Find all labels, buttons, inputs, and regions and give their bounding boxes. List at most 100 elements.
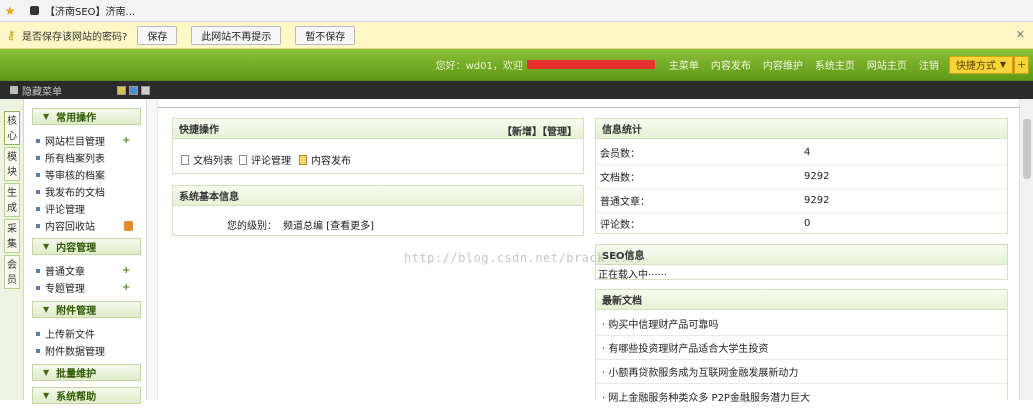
bullet-icon bbox=[36, 285, 40, 290]
menu-item-my-docs[interactable]: 我发布的文档 bbox=[36, 184, 105, 199]
user-level-label: 您的级别： bbox=[227, 221, 277, 232]
menu-splitter[interactable] bbox=[147, 99, 158, 400]
menu-item-all-archives[interactable]: 所有档案列表 bbox=[36, 150, 105, 165]
system-info-header: 系统基本信息 bbox=[173, 186, 583, 206]
bullet-icon bbox=[36, 155, 40, 160]
top-navigation: 您好：wd01，欢迎 主菜单 内容发布 内容维护 系统主页 网站主页 注销 快捷… bbox=[0, 49, 1033, 80]
stat-row: 评论数： 0 bbox=[600, 217, 811, 231]
add-icon[interactable]: + bbox=[122, 282, 130, 293]
recycle-bin-icon[interactable] bbox=[124, 220, 133, 231]
favicon-icon bbox=[30, 6, 39, 15]
browser-tab-bar: ★ 【济南SEO】济南... bbox=[0, 0, 1033, 22]
stats-panel: 信息统计 会员数： 4 文档数： 9292 普通文章： 9292 评论数： 0 bbox=[595, 118, 1008, 234]
list-item[interactable]: · 购买中信理财产品可靠吗 bbox=[596, 312, 1007, 336]
link-comment-manage[interactable]: 评论管理 bbox=[239, 152, 291, 167]
triangle-down-icon: ▼ bbox=[43, 242, 50, 251]
not-now-button[interactable]: 暂不保存 bbox=[295, 25, 356, 45]
redacted-bar bbox=[526, 60, 655, 69]
user-level-value[interactable]: 频道总编 [查看更多] bbox=[283, 217, 374, 232]
link-doc-list[interactable]: 文档列表 bbox=[181, 152, 233, 167]
bullet-icon bbox=[36, 138, 40, 143]
menu-item-pending[interactable]: 等审核的档案 bbox=[36, 167, 105, 182]
nav-site-home[interactable]: 网站主页 bbox=[867, 57, 907, 72]
group-batch[interactable]: ▼ 批量维护 bbox=[32, 364, 141, 381]
star-icon[interactable]: ★ bbox=[0, 4, 20, 18]
nav-content-maintain[interactable]: 内容维护 bbox=[763, 57, 803, 72]
menu-item-topics[interactable]: 专题管理 + bbox=[36, 280, 130, 295]
stat-row: 文档数： 9292 bbox=[596, 165, 1007, 189]
vertical-scrollbar[interactable] bbox=[1019, 99, 1033, 400]
menu-item-recycle[interactable]: 内容回收站 bbox=[36, 218, 133, 233]
triangle-down-icon: ▼ bbox=[43, 368, 50, 377]
nav-main-menu[interactable]: 主菜单 bbox=[669, 57, 699, 72]
tab-core[interactable]: 核 心 bbox=[4, 111, 20, 145]
bullet-icon bbox=[36, 348, 40, 353]
shortcut-dropdown[interactable]: 快捷方式 ▼ bbox=[948, 55, 1013, 74]
group-attachments[interactable]: ▼ 附件管理 bbox=[32, 301, 141, 318]
list-item[interactable]: · 有哪些投资理财产品适合大学生投资 bbox=[596, 336, 1007, 360]
group-content-manage[interactable]: ▼ 内容管理 bbox=[32, 238, 141, 255]
menu-item-upload[interactable]: 上传新文件 bbox=[36, 326, 95, 341]
shortcut-label: 快捷方式 bbox=[955, 61, 996, 72]
stat-row: 普通文章： 9292 bbox=[596, 189, 1007, 213]
close-icon[interactable]: ✕ bbox=[1016, 28, 1025, 41]
bullet-icon bbox=[36, 223, 40, 228]
tab-member[interactable]: 会 员 bbox=[4, 255, 20, 289]
password-save-bar: ⚷ 是否保存该网站的密码? 保存 此网站不再提示 暂不保存 ✕ bbox=[0, 22, 1033, 49]
scrollbar-thumb[interactable] bbox=[1023, 119, 1031, 179]
menu-item-articles[interactable]: 普通文章 + bbox=[36, 263, 130, 278]
watermark: http://blog.csdn.net/brack_l... bbox=[404, 251, 644, 265]
hide-menu-label: 隐藏菜单 bbox=[22, 86, 62, 98]
link-content-publish[interactable]: 内容发布 bbox=[299, 152, 351, 167]
quick-ops-actions[interactable]: 【新增】【管理】 bbox=[502, 123, 577, 138]
menu-item-comments[interactable]: 评论管理 bbox=[36, 201, 85, 216]
triangle-down-icon: ▼ bbox=[43, 112, 50, 121]
user-level: 您的级别： 频道总编 [查看更多] bbox=[227, 217, 374, 232]
edit-icon bbox=[299, 154, 307, 165]
document-icon bbox=[239, 154, 247, 165]
stats-header: 信息统计 bbox=[596, 119, 1007, 139]
welcome-text: 您好：wd01，欢迎 bbox=[435, 61, 523, 72]
skin-blue-icon[interactable] bbox=[129, 85, 138, 95]
module-tabs: 核 心 模 块 生 成 采 集 会 员 bbox=[0, 99, 24, 400]
tab-title: 【济南SEO】济南... bbox=[45, 7, 136, 18]
menu-item-attachment-data[interactable]: 附件数据管理 bbox=[36, 343, 105, 358]
group-help[interactable]: ▼ 系统帮助 bbox=[32, 387, 141, 404]
add-shortcut-button[interactable]: + bbox=[1014, 55, 1029, 74]
latest-docs-header: 最新文档 bbox=[596, 290, 1007, 310]
bullet-icon bbox=[36, 189, 40, 194]
skin-gray-icon[interactable] bbox=[141, 85, 150, 95]
triangle-down-icon: ▼ bbox=[43, 391, 50, 400]
menu-toggle-bar: 隐藏菜单 bbox=[0, 80, 1033, 99]
bullet-icon bbox=[36, 268, 40, 273]
tab-collect[interactable]: 采 集 bbox=[4, 219, 20, 253]
triangle-down-icon: ▼ bbox=[43, 305, 50, 314]
left-menu: ▼ 常用操作 网站栏目管理 + 所有档案列表 等审核的档案 我发布的文档 评论管… bbox=[24, 99, 147, 404]
latest-docs-panel: 最新文档 · 购买中信理财产品可靠吗 · 有哪些投资理财产品适合大学生投资 · … bbox=[595, 289, 1008, 404]
hide-menu-button[interactable]: 隐藏菜单 bbox=[10, 83, 62, 98]
browser-tab[interactable]: 【济南SEO】济南... bbox=[30, 3, 135, 18]
add-icon[interactable]: + bbox=[122, 135, 130, 146]
seo-loading: 正在载入中······ bbox=[598, 270, 668, 281]
add-icon[interactable]: + bbox=[122, 265, 130, 276]
list-item[interactable]: · 网上金融服务种类众多 P2P金融服务潜力巨大 bbox=[596, 384, 1007, 408]
group-common-ops[interactable]: ▼ 常用操作 bbox=[32, 108, 141, 125]
list-item[interactable]: · 小额再贷款服务成为互联网金融发展新动力 bbox=[596, 360, 1007, 384]
save-password-button[interactable]: 保存 bbox=[137, 25, 178, 45]
password-save-message: 是否保存该网站的密码? bbox=[22, 31, 128, 43]
stat-row: 会员数： 4 bbox=[596, 141, 1007, 165]
bullet-icon bbox=[36, 172, 40, 177]
tab-generate[interactable]: 生 成 bbox=[4, 183, 20, 217]
divider bbox=[158, 107, 1023, 108]
nav-logout[interactable]: 注销 bbox=[919, 57, 939, 72]
skin-yellow-icon[interactable] bbox=[117, 85, 126, 95]
quick-ops-panel: 快捷操作 【新增】【管理】 文档列表 评论管理 内容发布 bbox=[172, 118, 584, 174]
nav-system-home[interactable]: 系统主页 bbox=[815, 57, 855, 72]
nav-content-publish[interactable]: 内容发布 bbox=[711, 57, 751, 72]
chevron-down-icon: ▼ bbox=[999, 60, 1006, 69]
tab-module[interactable]: 模 块 bbox=[4, 147, 20, 181]
bullet-icon bbox=[36, 331, 40, 336]
menu-item-columns[interactable]: 网站栏目管理 + bbox=[36, 133, 130, 148]
never-for-site-button[interactable]: 此网站不再提示 bbox=[191, 25, 282, 45]
bullet-icon bbox=[36, 206, 40, 211]
